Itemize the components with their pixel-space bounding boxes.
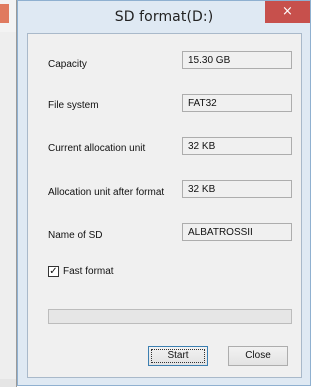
fast-format-checkbox[interactable]: ✓: [48, 266, 59, 277]
close-icon: ×: [282, 4, 293, 19]
close-window-button[interactable]: ×: [265, 1, 310, 23]
checkmark-icon: ✓: [49, 266, 58, 277]
sd-name-label: Name of SD: [48, 230, 103, 241]
start-button[interactable]: Start: [148, 346, 208, 366]
background-window-close-button[interactable]: [0, 4, 9, 23]
file-system-field: FAT32: [182, 94, 292, 112]
background-window: [0, 0, 17, 387]
sd-format-dialog: SD format(D:) × Capacity 15.30 GB File s…: [17, 0, 311, 386]
format-progress-bar: [48, 309, 292, 324]
capacity-field: 15.30 GB: [182, 51, 292, 69]
file-system-label: File system: [48, 100, 99, 111]
sd-name-input[interactable]: ALBATROSSII: [182, 223, 292, 241]
fast-format-label[interactable]: Fast format: [63, 266, 114, 277]
capacity-label: Capacity: [48, 59, 87, 70]
current-allocation-unit-label: Current allocation unit: [48, 143, 146, 154]
background-window-footer: [0, 379, 16, 387]
allocation-unit-after-format-label: Allocation unit after format: [48, 187, 165, 198]
close-button[interactable]: Close: [228, 346, 288, 366]
dialog-titlebar[interactable]: SD format(D:) ×: [18, 1, 310, 33]
dialog-content: Capacity 15.30 GB File system FAT32 Curr…: [27, 33, 302, 378]
current-allocation-unit-field: 32 KB: [182, 137, 292, 155]
allocation-unit-after-format-field[interactable]: 32 KB: [182, 180, 292, 198]
